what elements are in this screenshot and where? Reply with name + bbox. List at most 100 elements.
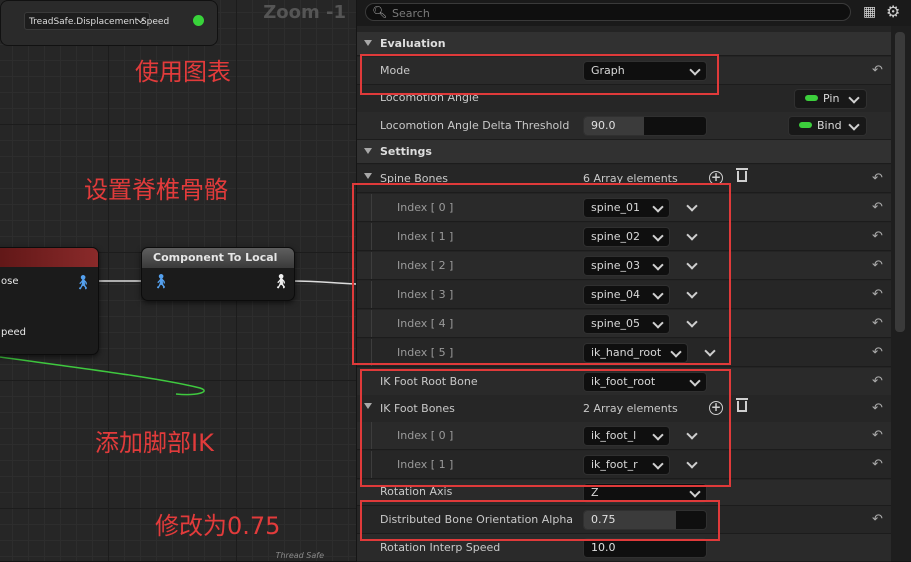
- spine-index: Index [ 2 ]: [397, 259, 454, 272]
- reset-arrow-icon[interactable]: ↶: [872, 513, 883, 526]
- row-distributed-alpha: Distributed Bone Orientation Alpha 0.75 …: [357, 506, 891, 534]
- spine-index: Index [ 3 ]: [397, 288, 454, 301]
- led-icon: [799, 122, 812, 128]
- spine-bone-combo[interactable]: ik_hand_root: [583, 343, 688, 363]
- add-element-icon[interactable]: +: [709, 401, 723, 415]
- reset-arrow-icon[interactable]: ↶: [872, 230, 883, 243]
- thread-safe-tag: Thread Safe: [275, 551, 324, 560]
- reset-arrow-icon[interactable]: ↶: [872, 259, 883, 272]
- pin-button[interactable]: Pin: [794, 89, 867, 109]
- spine-index: Index [ 5 ]: [397, 346, 454, 359]
- led-icon: [805, 95, 818, 101]
- row-ik-foot-bones: IK Foot Bones 2 Array elements + ↶: [357, 395, 891, 423]
- spine-item: Index [ 3 ] spine_04 ↶: [357, 281, 891, 309]
- chevron-down-icon: [670, 346, 682, 358]
- spine-bone-value: spine_03: [591, 259, 641, 272]
- reset-arrow-icon[interactable]: ↶: [872, 458, 883, 471]
- ik-foot-root-label: IK Foot Root Bone: [380, 375, 478, 388]
- chevron-down-icon: [652, 288, 664, 300]
- ik-foot-root-value: ik_foot_root: [591, 375, 656, 388]
- distributed-alpha-label: Distributed Bone Orientation Alpha: [380, 513, 574, 526]
- spine-bone-combo[interactable]: spine_02: [583, 227, 670, 247]
- chevron-down-icon[interactable]: [686, 258, 698, 270]
- graph-canvas[interactable]: Zoom -1 ose 🚶︎ peed Component To Local 🚶…: [0, 0, 356, 561]
- chevron-down-icon[interactable]: [686, 428, 698, 440]
- reset-arrow-icon[interactable]: ↶: [872, 64, 883, 77]
- reset-arrow-icon[interactable]: ↶: [872, 402, 883, 415]
- reset-arrow-icon[interactable]: ↶: [872, 201, 883, 214]
- rotation-axis-combo[interactable]: Z: [583, 483, 707, 503]
- bind-button[interactable]: Bind: [788, 116, 867, 136]
- scrollbar-thumb[interactable]: [895, 32, 905, 332]
- ik-foot-combo[interactable]: ik_foot_r: [583, 455, 670, 475]
- add-element-icon[interactable]: +: [709, 171, 723, 185]
- mode-label: Mode: [380, 64, 410, 77]
- rotation-interp-input[interactable]: 10.0: [583, 538, 707, 558]
- reset-arrow-icon[interactable]: ↶: [872, 375, 883, 388]
- spine-bone-combo[interactable]: spine_05: [583, 314, 670, 334]
- ik-foot-root-combo[interactable]: ik_foot_root: [583, 372, 707, 392]
- row-rotation-interp: Rotation Interp Speed 10.0: [357, 534, 891, 562]
- chevron-down-icon[interactable]: [364, 403, 372, 409]
- distributed-alpha-input[interactable]: 0.75: [583, 510, 707, 530]
- spine-bone-value: ik_hand_root: [591, 346, 662, 359]
- component-to-local-title: Component To Local: [142, 248, 294, 268]
- indent-bar: [371, 223, 372, 250]
- spine-bones-label: Spine Bones: [380, 172, 449, 185]
- grid-icon[interactable]: ▦: [863, 4, 876, 20]
- indent-bar: [371, 310, 372, 337]
- ik-foot-value: ik_foot_l: [591, 429, 637, 442]
- chevron-down-icon: [364, 40, 372, 46]
- trash-icon[interactable]: [736, 398, 748, 412]
- chevron-down-icon[interactable]: [364, 173, 372, 179]
- reset-arrow-icon[interactable]: ↶: [872, 172, 883, 185]
- chevron-down-icon[interactable]: [686, 229, 698, 241]
- spine-item: Index [ 5 ] ik_hand_root ↶: [357, 339, 891, 367]
- spine-bone-combo[interactable]: spine_04: [583, 285, 670, 305]
- spine-bone-value: spine_05: [591, 317, 641, 330]
- component-to-local-node[interactable]: Component To Local 🚶︎ 🚶︎: [141, 247, 295, 301]
- chevron-down-icon[interactable]: [686, 287, 698, 299]
- trash-icon[interactable]: [736, 168, 748, 182]
- pose-node-speed-label: peed: [1, 327, 26, 338]
- chevron-down-icon: [652, 230, 664, 242]
- reset-arrow-icon[interactable]: ↶: [872, 429, 883, 442]
- category-settings[interactable]: Settings: [357, 140, 891, 164]
- person-pin-out-icon[interactable]: 🚶︎: [272, 275, 290, 289]
- spine-item: Index [ 1 ] spine_02 ↶: [357, 223, 891, 251]
- row-ik-foot-root: IK Foot Root Bone ik_foot_root ↶: [357, 368, 891, 396]
- bind-label: Bind: [817, 119, 842, 132]
- mode-combo[interactable]: Graph: [583, 61, 707, 81]
- rotation-interp-label: Rotation Interp Speed: [380, 541, 501, 554]
- person-pin-icon[interactable]: 🚶︎: [74, 276, 92, 290]
- locomotion-angle-label: Locomotion Angle: [380, 91, 479, 104]
- gear-icon[interactable]: ⚙: [886, 2, 900, 21]
- spine-bone-combo[interactable]: spine_03: [583, 256, 670, 276]
- reset-arrow-icon[interactable]: ↶: [872, 346, 883, 359]
- displacement-speed-pill[interactable]: TreadSafe.Displacement Speed: [24, 12, 169, 30]
- chevron-down-icon[interactable]: [704, 345, 716, 357]
- pose-node[interactable]: ose 🚶︎ peed: [0, 247, 99, 355]
- reset-arrow-icon[interactable]: ↶: [872, 317, 883, 330]
- reset-arrow-icon[interactable]: ↶: [872, 288, 883, 301]
- chevron-down-icon[interactable]: [686, 200, 698, 212]
- chevron-down-icon[interactable]: [686, 316, 698, 328]
- spine-bone-combo[interactable]: spine_01: [583, 198, 670, 218]
- search-box[interactable]: 🔍︎: [365, 3, 851, 21]
- row-locomotion-delta: Locomotion Angle Delta Threshold 90.0 Bi…: [357, 112, 891, 140]
- ik-foot-bones-label: IK Foot Bones: [380, 402, 455, 415]
- indent-bar: [371, 451, 372, 478]
- indent-bar: [371, 339, 372, 366]
- category-title: Evaluation: [380, 37, 446, 50]
- chevron-down-icon[interactable]: [686, 457, 698, 469]
- person-pin-icon[interactable]: 🚶︎: [152, 275, 170, 289]
- chevron-down-icon: [364, 148, 372, 154]
- locomotion-delta-input[interactable]: 90.0: [583, 116, 707, 136]
- search-input[interactable]: [390, 5, 834, 21]
- output-pin[interactable]: [193, 15, 204, 26]
- category-evaluation[interactable]: Evaluation: [357, 32, 891, 56]
- indent-bar: [371, 281, 372, 308]
- ik-foot-item: Index [ 1 ] ik_foot_r ↶: [357, 451, 891, 479]
- ik-foot-combo[interactable]: ik_foot_l: [583, 426, 670, 446]
- spine-bone-value: spine_02: [591, 230, 641, 243]
